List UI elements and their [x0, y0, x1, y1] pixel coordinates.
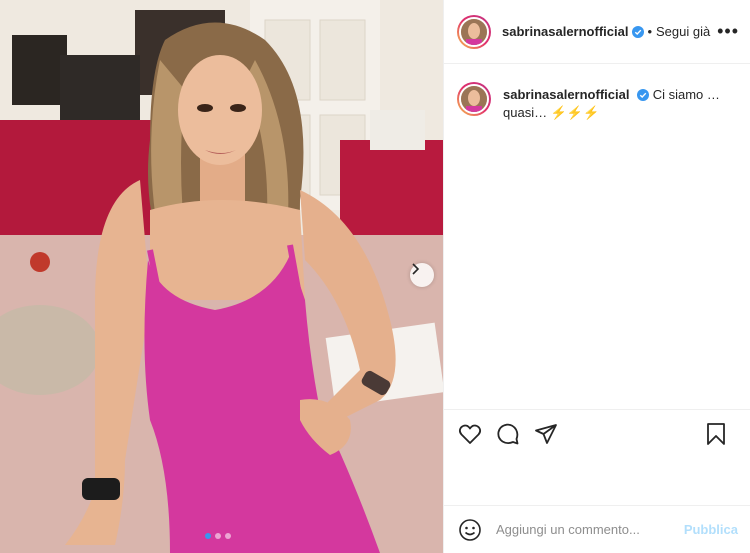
comment-bar: Pubblica: [444, 505, 750, 553]
comment-button[interactable]: [495, 421, 521, 447]
avatar-photo: [459, 16, 489, 47]
carousel-next-button[interactable]: [410, 263, 434, 287]
carousel-dot: [215, 533, 221, 539]
chevron-right-icon: [412, 263, 420, 275]
caption-username[interactable]: sabrinasalernofficial: [503, 87, 629, 102]
caption-avatar[interactable]: [457, 82, 491, 116]
post-header: sabrinasalernofficial • Segui già •••: [444, 0, 750, 64]
header-separator: •: [647, 24, 653, 39]
carousel-dot: [225, 533, 231, 539]
post-side-panel: sabrinasalernofficial • Segui già ••• sa…: [443, 0, 750, 553]
avatar-photo: [459, 84, 489, 114]
post-photo[interactable]: [0, 0, 443, 553]
following-button[interactable]: Segui già: [656, 24, 710, 39]
carousel-dot: [205, 533, 211, 539]
post-image: [0, 0, 443, 553]
comment-bubble-icon: [497, 423, 519, 444]
post-actions: [444, 409, 750, 457]
post-username[interactable]: sabrinasalernofficial: [502, 24, 628, 39]
post-caption: sabrinasalernofficial Ci siamo … quasi… …: [457, 82, 737, 122]
comment-input[interactable]: [496, 522, 676, 537]
carousel-indicator: [205, 533, 231, 539]
smiley-icon[interactable]: [458, 518, 482, 542]
avatar[interactable]: [457, 14, 491, 49]
more-options-icon[interactable]: •••: [717, 22, 739, 40]
publish-button[interactable]: Pubblica: [684, 522, 738, 537]
paper-plane-icon: [535, 423, 557, 444]
bookmark-icon: [707, 423, 725, 445]
verified-badge-icon: [632, 25, 645, 38]
heart-icon: [458, 424, 482, 444]
save-button[interactable]: [703, 421, 729, 447]
share-button[interactable]: [533, 421, 559, 447]
caption-text-block: sabrinasalernofficial Ci siamo … quasi… …: [503, 86, 728, 122]
like-button[interactable]: [457, 421, 483, 447]
verified-badge-icon: [637, 89, 650, 101]
